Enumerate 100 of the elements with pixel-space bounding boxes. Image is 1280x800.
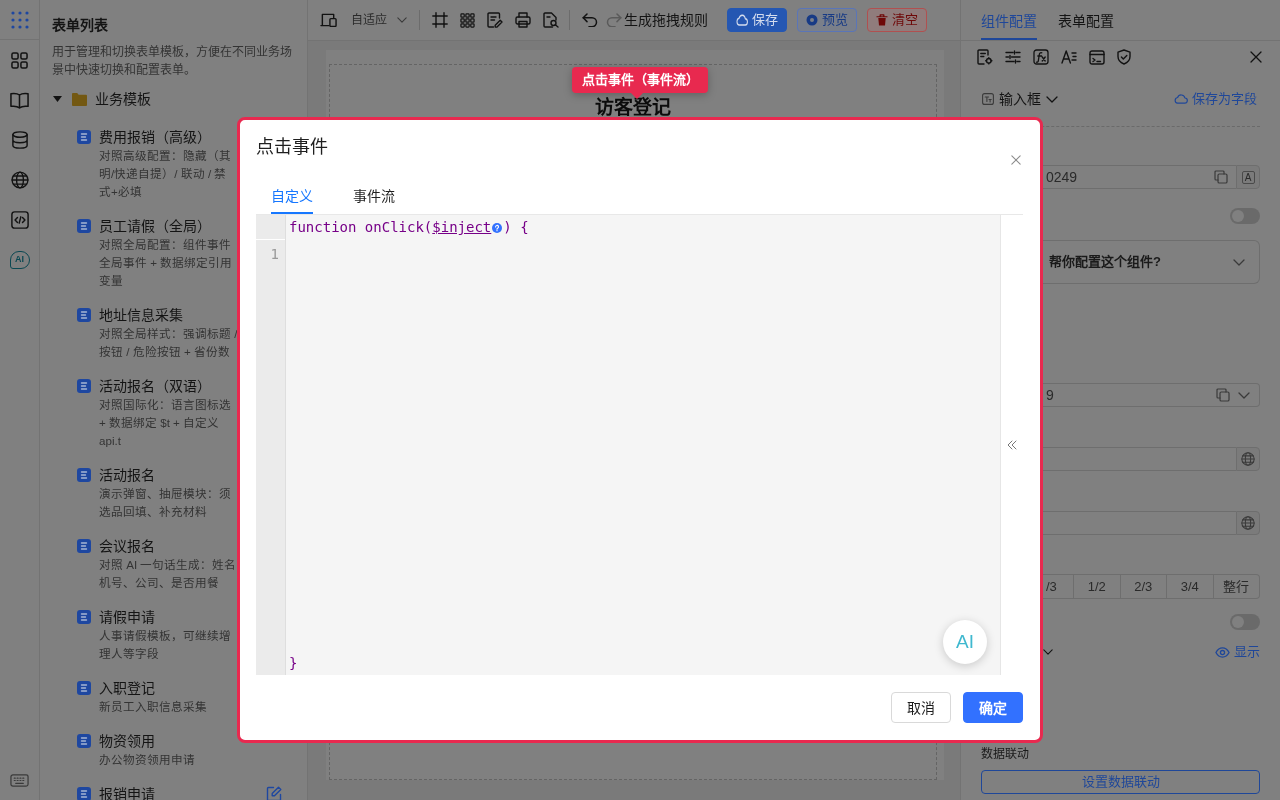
document-icon: [77, 734, 91, 748]
language-button[interactable]: [1236, 511, 1260, 535]
trash-icon: [876, 14, 888, 26]
dialog-tab[interactable]: 事件流: [353, 177, 395, 214]
document-icon: [77, 468, 91, 482]
id-field[interactable]: 0249: [1043, 165, 1236, 189]
code-icon[interactable]: [10, 211, 29, 229]
frame-icon[interactable]: [432, 12, 448, 28]
cloud-icon: [736, 14, 748, 26]
confirm-button[interactable]: 确定: [963, 692, 1023, 723]
width-option[interactable]: 2/3: [1119, 575, 1166, 598]
template-title[interactable]: 地址信息采集: [99, 305, 183, 325]
sliders-icon[interactable]: [1005, 50, 1021, 64]
template-title[interactable]: 会议报名: [99, 536, 155, 556]
template-title[interactable]: 员工请假（全局）: [99, 216, 211, 236]
template-title[interactable]: 活动报名（双语）: [99, 376, 211, 396]
panel-description: 用于管理和切换表单模板，方便在不同业务场景中快速切换和配置表单。: [52, 44, 293, 79]
template-title[interactable]: 物资领用: [99, 731, 155, 751]
copy-icon[interactable]: [1216, 388, 1230, 402]
tour-tooltip: 点击事件（事件流）: [572, 67, 708, 93]
form-settings-icon[interactable]: [977, 49, 993, 65]
panel-tab[interactable]: 表单配置: [1058, 0, 1114, 40]
template-description: 对照高级配置：隐藏（其 明/快递自提）/ 联动 / 禁 式+必填: [99, 148, 231, 200]
cancel-button[interactable]: 取消: [891, 692, 951, 723]
device-mode-select[interactable]: 自适应: [351, 10, 407, 30]
globe-icon[interactable]: [10, 171, 29, 189]
template-title[interactable]: 请假申请: [99, 607, 155, 627]
chevron-down-icon: [1043, 649, 1053, 655]
linkage-button[interactable]: 设置数据联动: [981, 770, 1260, 794]
component-type-select[interactable]: 输入框: [999, 89, 1058, 109]
toolbar-button[interactable]: 保存: [727, 8, 787, 32]
parameter-link[interactable]: $inject: [432, 215, 492, 240]
generate-rules-button[interactable]: 生成拖拽规则: [624, 10, 708, 30]
eye-icon: [1215, 646, 1230, 658]
book-icon[interactable]: [10, 91, 29, 109]
shield-check-icon[interactable]: [1117, 49, 1131, 65]
width-option[interactable]: 3/4: [1166, 575, 1213, 598]
width-option[interactable]: 整行: [1212, 575, 1259, 598]
terminal-icon[interactable]: [1089, 49, 1105, 65]
template-description: 办公物资领用申请: [99, 752, 195, 768]
device-icon[interactable]: [320, 13, 337, 27]
function-icon[interactable]: [1033, 49, 1049, 65]
width-option[interactable]: 1/2: [1073, 575, 1120, 598]
text-mode-button[interactable]: A: [1241, 170, 1255, 184]
keyboard-icon[interactable]: [10, 773, 29, 787]
document-icon: [77, 130, 91, 144]
document-icon: [77, 610, 91, 624]
code-text: function onClick(: [289, 218, 433, 237]
caret-icon[interactable]: [53, 96, 62, 102]
document-icon: [77, 787, 91, 800]
template-title[interactable]: 入职登记: [99, 678, 155, 698]
tooltip-pointer-icon: [631, 93, 643, 99]
template-description: 对照 AI 一句话生成：姓名 机号、公司、是否用餐: [99, 557, 237, 591]
globe-icon: [1241, 516, 1255, 530]
dialog-title: 点击事件: [256, 136, 328, 159]
chevron-down-icon: [397, 17, 407, 23]
ai-assist-text: 帮你配置这个组件?: [1049, 253, 1161, 271]
globe-icon: [1241, 452, 1255, 466]
template-title[interactable]: 报销申请: [99, 784, 155, 800]
printer-icon[interactable]: [515, 12, 531, 28]
undo-icon[interactable]: [582, 13, 598, 27]
text-style-icon[interactable]: [1061, 50, 1077, 64]
linkage-label: 数据联动: [981, 747, 1029, 761]
document-icon: [77, 379, 91, 393]
text-input-icon: [982, 93, 994, 105]
document-icon: [77, 539, 91, 553]
document-search-icon[interactable]: [543, 12, 559, 28]
template-description: 对照全局样式：强调标题 / 按钮 / 危险按钮 + 省份数: [99, 326, 238, 360]
template-title[interactable]: 费用报销（高级）: [99, 127, 211, 147]
toolbar-button[interactable]: 预览: [797, 8, 857, 32]
code-text: }: [289, 653, 298, 673]
document-icon: [77, 219, 91, 233]
template-description: 对照国际化：语言图标选 + 数据绑定 $t + 自定义 api.t: [99, 397, 231, 449]
toolbar-button[interactable]: 清空: [867, 8, 927, 32]
apps-grid-icon[interactable]: [460, 12, 475, 28]
collapse-icon[interactable]: [1007, 440, 1017, 450]
template-description: 人事请假模板，可继续增 理人等字段: [99, 628, 231, 662]
cloud-icon: [1174, 94, 1188, 104]
help-icon[interactable]: [492, 222, 503, 233]
folder-label[interactable]: 业务模板: [95, 89, 151, 109]
chevron-down-icon: [1238, 391, 1250, 399]
copy-icon[interactable]: [1214, 170, 1228, 184]
eye-icon: [806, 14, 818, 26]
close-icon[interactable]: [1250, 51, 1262, 63]
ai-assist-panel[interactable]: 帮你配置这个组件?: [1043, 240, 1260, 284]
document-icon: [77, 681, 91, 695]
template-description: 新员工入职信息采集: [99, 699, 207, 715]
chevron-down-icon: [1046, 95, 1058, 103]
panel-title: 表单列表: [52, 16, 109, 35]
database-icon[interactable]: [11, 131, 28, 149]
form-title: 访客登记: [595, 99, 671, 117]
folder-icon: [72, 92, 87, 106]
template-title[interactable]: 活动报名: [99, 465, 155, 485]
language-button[interactable]: [1236, 447, 1260, 471]
apps-grid-icon[interactable]: [11, 51, 28, 69]
select-field[interactable]: 9: [1043, 383, 1260, 407]
width-option[interactable]: /3: [1043, 575, 1073, 598]
close-icon[interactable]: [1011, 155, 1021, 165]
edit-document-icon[interactable]: [487, 12, 503, 28]
line-number: 1: [270, 245, 279, 264]
